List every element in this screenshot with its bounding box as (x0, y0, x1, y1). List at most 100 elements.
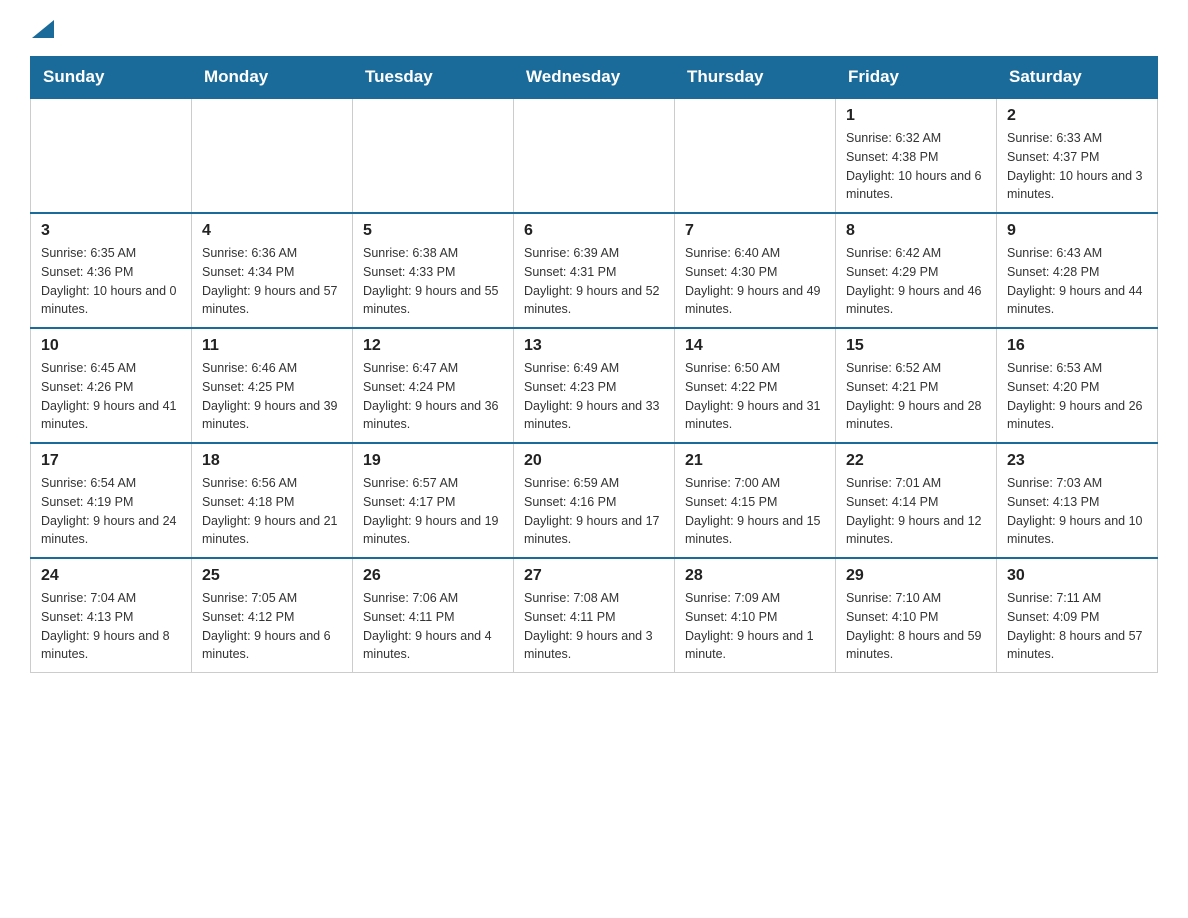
day-info: Sunrise: 7:08 AMSunset: 4:11 PMDaylight:… (524, 589, 664, 664)
weekday-header-tuesday: Tuesday (353, 57, 514, 99)
day-number: 28 (685, 567, 825, 585)
calendar-cell: 9 Sunrise: 6:43 AMSunset: 4:28 PMDaylight… (997, 213, 1158, 328)
calendar-cell: 16Sunrise: 6:53 AMSunset: 4:20 PMDayligh… (997, 328, 1158, 443)
day-info: Sunrise: 7:03 AMSunset: 4:13 PMDaylight:… (1007, 474, 1147, 549)
weekday-header-wednesday: Wednesday (514, 57, 675, 99)
day-info: Sunrise: 7:09 AMSunset: 4:10 PMDaylight:… (685, 589, 825, 664)
day-info: Sunrise: 6:39 AMSunset: 4:31 PMDaylight:… (524, 244, 664, 319)
calendar-cell: 23 Sunrise: 7:03 AMSunset: 4:13 PMDayligh… (997, 443, 1158, 558)
calendar-cell: 29 Sunrise: 7:10 AMSunset: 4:10 PMDayligh… (836, 558, 997, 673)
calendar-cell: 17 Sunrise: 6:54 AMSunset: 4:19 PMDayligh… (31, 443, 192, 558)
day-number: 24 (41, 567, 181, 585)
day-number: 26 (363, 567, 503, 585)
day-info: Sunrise: 6:59 AMSunset: 4:16 PMDaylight:… (524, 474, 664, 549)
weekday-header-monday: Monday (192, 57, 353, 99)
calendar-cell: 5 Sunrise: 6:38 AMSunset: 4:33 PMDaylight… (353, 213, 514, 328)
calendar-cell: 8Sunrise: 6:42 AMSunset: 4:29 PMDaylight… (836, 213, 997, 328)
day-number: 14 (685, 337, 825, 355)
day-number: 4 (202, 222, 342, 240)
calendar-cell: 2 Sunrise: 6:33 AMSunset: 4:37 PMDaylight… (997, 98, 1158, 213)
calendar-cell: 11 Sunrise: 6:46 AMSunset: 4:25 PMDayligh… (192, 328, 353, 443)
calendar-cell (514, 98, 675, 213)
day-number: 21 (685, 452, 825, 470)
page-header (30, 20, 1158, 36)
calendar-cell: 7Sunrise: 6:40 AMSunset: 4:30 PMDaylight… (675, 213, 836, 328)
calendar-cell: 18 Sunrise: 6:56 AMSunset: 4:18 PMDayligh… (192, 443, 353, 558)
day-info: Sunrise: 6:53 AMSunset: 4:20 PMDaylight:… (1007, 359, 1147, 434)
calendar-cell: 1 Sunrise: 6:32 AMSunset: 4:38 PMDaylight… (836, 98, 997, 213)
day-info: Sunrise: 6:43 AMSunset: 4:28 PMDaylight:… (1007, 244, 1147, 319)
day-info: Sunrise: 6:36 AMSunset: 4:34 PMDaylight:… (202, 244, 342, 319)
day-info: Sunrise: 6:35 AMSunset: 4:36 PMDaylight:… (41, 244, 181, 319)
day-number: 10 (41, 337, 181, 355)
day-number: 23 (1007, 452, 1147, 470)
logo-triangle-icon (32, 20, 54, 38)
day-number: 15 (846, 337, 986, 355)
day-number: 9 (1007, 222, 1147, 240)
calendar-cell (353, 98, 514, 213)
day-info: Sunrise: 6:46 AMSunset: 4:25 PMDaylight:… (202, 359, 342, 434)
day-number: 2 (1007, 107, 1147, 125)
day-number: 17 (41, 452, 181, 470)
day-info: Sunrise: 6:45 AMSunset: 4:26 PMDaylight:… (41, 359, 181, 434)
day-info: Sunrise: 7:01 AMSunset: 4:14 PMDaylight:… (846, 474, 986, 549)
day-info: Sunrise: 6:42 AMSunset: 4:29 PMDaylight:… (846, 244, 986, 319)
day-info: Sunrise: 6:57 AMSunset: 4:17 PMDaylight:… (363, 474, 503, 549)
day-number: 19 (363, 452, 503, 470)
day-info: Sunrise: 6:33 AMSunset: 4:37 PMDaylight:… (1007, 129, 1147, 204)
day-info: Sunrise: 6:50 AMSunset: 4:22 PMDaylight:… (685, 359, 825, 434)
day-number: 20 (524, 452, 664, 470)
week-row-4: 17 Sunrise: 6:54 AMSunset: 4:19 PMDayligh… (31, 443, 1158, 558)
day-info: Sunrise: 6:52 AMSunset: 4:21 PMDaylight:… (846, 359, 986, 434)
calendar-cell: 19 Sunrise: 6:57 AMSunset: 4:17 PMDayligh… (353, 443, 514, 558)
calendar-cell: 3 Sunrise: 6:35 AMSunset: 4:36 PMDaylight… (31, 213, 192, 328)
weekday-header-friday: Friday (836, 57, 997, 99)
weekday-header-saturday: Saturday (997, 57, 1158, 99)
day-info: Sunrise: 6:38 AMSunset: 4:33 PMDaylight:… (363, 244, 503, 319)
calendar-cell: 30 Sunrise: 7:11 AMSunset: 4:09 PMDayligh… (997, 558, 1158, 673)
calendar-cell: 6 Sunrise: 6:39 AMSunset: 4:31 PMDaylight… (514, 213, 675, 328)
calendar-cell (675, 98, 836, 213)
week-row-3: 10 Sunrise: 6:45 AMSunset: 4:26 PMDayligh… (31, 328, 1158, 443)
day-number: 22 (846, 452, 986, 470)
calendar-table: SundayMondayTuesdayWednesdayThursdayFrid… (30, 56, 1158, 673)
day-info: Sunrise: 6:32 AMSunset: 4:38 PMDaylight:… (846, 129, 986, 204)
day-info: Sunrise: 6:47 AMSunset: 4:24 PMDaylight:… (363, 359, 503, 434)
calendar-cell: 10 Sunrise: 6:45 AMSunset: 4:26 PMDayligh… (31, 328, 192, 443)
calendar-cell: 4 Sunrise: 6:36 AMSunset: 4:34 PMDaylight… (192, 213, 353, 328)
day-number: 3 (41, 222, 181, 240)
week-row-1: 1 Sunrise: 6:32 AMSunset: 4:38 PMDaylight… (31, 98, 1158, 213)
day-info: Sunrise: 6:40 AMSunset: 4:30 PMDaylight:… (685, 244, 825, 319)
day-info: Sunrise: 7:11 AMSunset: 4:09 PMDaylight:… (1007, 589, 1147, 664)
weekday-header-sunday: Sunday (31, 57, 192, 99)
calendar-cell: 13Sunrise: 6:49 AMSunset: 4:23 PMDayligh… (514, 328, 675, 443)
weekday-header-thursday: Thursday (675, 57, 836, 99)
day-number: 12 (363, 337, 503, 355)
day-info: Sunrise: 7:00 AMSunset: 4:15 PMDaylight:… (685, 474, 825, 549)
day-info: Sunrise: 7:10 AMSunset: 4:10 PMDaylight:… (846, 589, 986, 664)
day-number: 6 (524, 222, 664, 240)
day-number: 30 (1007, 567, 1147, 585)
day-number: 27 (524, 567, 664, 585)
day-info: Sunrise: 7:05 AMSunset: 4:12 PMDaylight:… (202, 589, 342, 664)
day-number: 1 (846, 107, 986, 125)
day-number: 18 (202, 452, 342, 470)
day-info: Sunrise: 6:54 AMSunset: 4:19 PMDaylight:… (41, 474, 181, 549)
day-number: 13 (524, 337, 664, 355)
day-number: 11 (202, 337, 342, 355)
day-number: 29 (846, 567, 986, 585)
logo (30, 20, 54, 36)
calendar-cell: 12 Sunrise: 6:47 AMSunset: 4:24 PMDayligh… (353, 328, 514, 443)
calendar-cell: 26Sunrise: 7:06 AMSunset: 4:11 PMDayligh… (353, 558, 514, 673)
calendar-cell: 25Sunrise: 7:05 AMSunset: 4:12 PMDayligh… (192, 558, 353, 673)
week-row-2: 3 Sunrise: 6:35 AMSunset: 4:36 PMDaylight… (31, 213, 1158, 328)
calendar-cell: 22 Sunrise: 7:01 AMSunset: 4:14 PMDayligh… (836, 443, 997, 558)
day-number: 5 (363, 222, 503, 240)
calendar-cell: 21 Sunrise: 7:00 AMSunset: 4:15 PMDayligh… (675, 443, 836, 558)
day-info: Sunrise: 6:56 AMSunset: 4:18 PMDaylight:… (202, 474, 342, 549)
week-row-5: 24 Sunrise: 7:04 AMSunset: 4:13 PMDayligh… (31, 558, 1158, 673)
day-info: Sunrise: 7:04 AMSunset: 4:13 PMDaylight:… (41, 589, 181, 664)
calendar-cell: 27 Sunrise: 7:08 AMSunset: 4:11 PMDayligh… (514, 558, 675, 673)
calendar-cell: 15 Sunrise: 6:52 AMSunset: 4:21 PMDayligh… (836, 328, 997, 443)
weekday-header-row: SundayMondayTuesdayWednesdayThursdayFrid… (31, 57, 1158, 99)
